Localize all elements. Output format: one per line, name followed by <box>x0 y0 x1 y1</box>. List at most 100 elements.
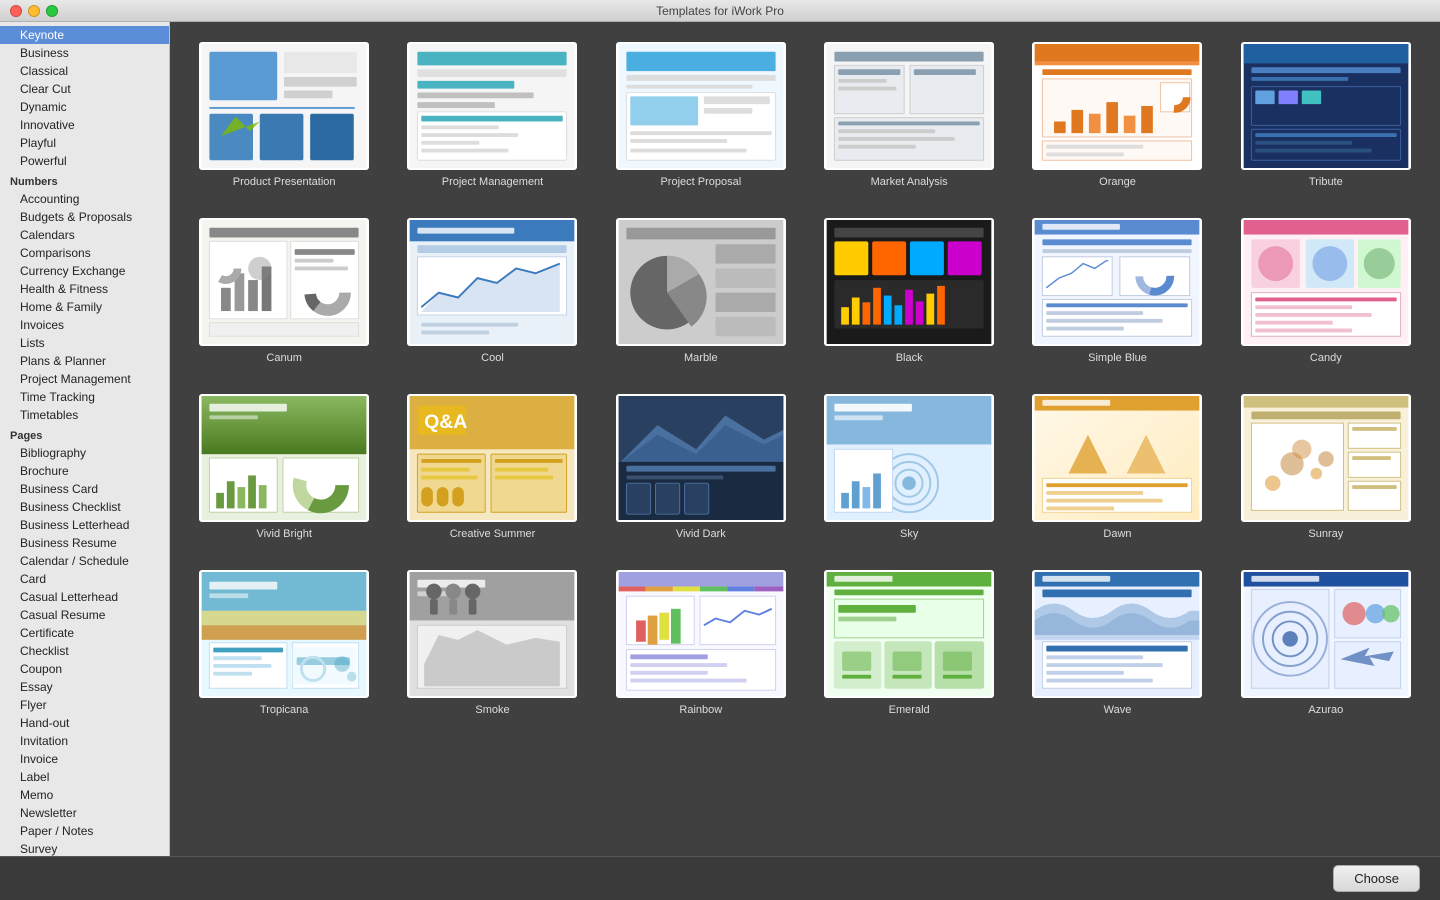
sidebar-item-label[interactable]: Label <box>0 768 169 786</box>
minimize-button[interactable] <box>28 5 40 17</box>
template-thumb-creative-summer[interactable]: Q&A <box>407 394 577 522</box>
sidebar-item-checklist[interactable]: Checklist <box>0 642 169 660</box>
template-thumb-sunray[interactable] <box>1241 394 1411 522</box>
template-project-proposal[interactable]: Project Proposal <box>607 42 795 188</box>
template-thumb-tribute[interactable] <box>1241 42 1411 170</box>
sidebar-item-proj-mgmt[interactable]: Project Management <box>0 370 169 388</box>
sidebar-item-business[interactable]: Business <box>0 44 169 62</box>
sidebar-item-business-card[interactable]: Business Card <box>0 480 169 498</box>
template-thumb-vivid-dark[interactable] <box>616 394 786 522</box>
template-rainbow[interactable]: Rainbow <box>607 570 795 716</box>
sidebar-item-powerful[interactable]: Powerful <box>0 152 169 170</box>
sidebar-item-coupon[interactable]: Coupon <box>0 660 169 678</box>
template-simple-blue[interactable]: Simple Blue <box>1023 218 1211 364</box>
template-canum[interactable]: Canum <box>190 218 378 364</box>
sidebar-item-dynamic[interactable]: Dynamic <box>0 98 169 116</box>
template-thumb-project-proposal[interactable] <box>616 42 786 170</box>
sidebar-item-bibliography[interactable]: Bibliography <box>0 444 169 462</box>
sidebar-item-certificate[interactable]: Certificate <box>0 624 169 642</box>
template-thumb-dawn[interactable] <box>1032 394 1202 522</box>
sidebar-item-casual-letterhead[interactable]: Casual Letterhead <box>0 588 169 606</box>
sidebar-item-clear-cut[interactable]: Clear Cut <box>0 80 169 98</box>
template-thumb-project-management[interactable] <box>407 42 577 170</box>
sidebar-item-currency[interactable]: Currency Exchange <box>0 262 169 280</box>
sidebar-item-newsletter[interactable]: Newsletter <box>0 804 169 822</box>
sidebar-item-keynote[interactable]: Keynote <box>0 26 169 44</box>
template-thumb-marble[interactable] <box>616 218 786 346</box>
sidebar-item-timetables[interactable]: Timetables <box>0 406 169 424</box>
template-thumb-sky[interactable] <box>824 394 994 522</box>
template-thumb-vivid-bright[interactable] <box>199 394 369 522</box>
maximize-button[interactable] <box>46 5 58 17</box>
sidebar-item-innovative[interactable]: Innovative <box>0 116 169 134</box>
sidebar-item-time-tracking[interactable]: Time Tracking <box>0 388 169 406</box>
template-project-management[interactable]: Project Management <box>398 42 586 188</box>
sidebar-item-accounting[interactable]: Accounting <box>0 190 169 208</box>
template-cool[interactable]: Cool <box>398 218 586 364</box>
sidebar-item-classical[interactable]: Classical <box>0 62 169 80</box>
template-tribute[interactable]: Tribute <box>1232 42 1420 188</box>
template-candy[interactable]: Candy <box>1232 218 1420 364</box>
template-thumb-rainbow[interactable] <box>616 570 786 698</box>
template-azurao[interactable]: Azurao <box>1232 570 1420 716</box>
template-sunray[interactable]: Sunray <box>1232 394 1420 540</box>
sidebar-item-budgets[interactable]: Budgets & Proposals <box>0 208 169 226</box>
sidebar-item-business-letterhead[interactable]: Business Letterhead <box>0 516 169 534</box>
sidebar-item-home[interactable]: Home & Family <box>0 298 169 316</box>
template-thumb-wave[interactable] <box>1032 570 1202 698</box>
sidebar-item-paper-notes[interactable]: Paper / Notes <box>0 822 169 840</box>
template-wave[interactable]: Wave <box>1023 570 1211 716</box>
template-thumb-product-presentation[interactable] <box>199 42 369 170</box>
sidebar-item-flyer[interactable]: Flyer <box>0 696 169 714</box>
sidebar-item-calendar[interactable]: Calendar / Schedule <box>0 552 169 570</box>
sidebar-item-business-checklist[interactable]: Business Checklist <box>0 498 169 516</box>
template-marble[interactable]: Marble <box>607 218 795 364</box>
template-thumb-candy[interactable] <box>1241 218 1411 346</box>
template-creative-summer[interactable]: Q&A Creative Sum <box>398 394 586 540</box>
template-thumb-black[interactable] <box>824 218 994 346</box>
template-vivid-dark[interactable]: Vivid Dark <box>607 394 795 540</box>
sidebar-item-brochure[interactable]: Brochure <box>0 462 169 480</box>
template-label-dawn: Dawn <box>1103 528 1131 540</box>
template-thumb-canum[interactable] <box>199 218 369 346</box>
sidebar-item-calendars[interactable]: Calendars <box>0 226 169 244</box>
template-tropicana[interactable]: Tropicana <box>190 570 378 716</box>
template-thumb-cool[interactable] <box>407 218 577 346</box>
sidebar-item-invoices[interactable]: Invoices <box>0 316 169 334</box>
template-thumb-orange[interactable] <box>1032 42 1202 170</box>
template-black[interactable]: Black <box>815 218 1003 364</box>
sidebar-item-memo[interactable]: Memo <box>0 786 169 804</box>
template-market-analysis[interactable]: Market Analysis <box>815 42 1003 188</box>
sidebar-item-invitation[interactable]: Invitation <box>0 732 169 750</box>
template-emerald[interactable]: Emerald <box>815 570 1003 716</box>
window-controls[interactable] <box>10 5 58 17</box>
template-vivid-bright[interactable]: Vivid Bright <box>190 394 378 540</box>
template-product-presentation[interactable]: Product Presentation <box>190 42 378 188</box>
close-button[interactable] <box>10 5 22 17</box>
template-dawn[interactable]: Dawn <box>1023 394 1211 540</box>
template-orange[interactable]: Orange <box>1023 42 1211 188</box>
sidebar-item-handout[interactable]: Hand-out <box>0 714 169 732</box>
template-label-marble: Marble <box>684 352 718 364</box>
sidebar-item-card[interactable]: Card <box>0 570 169 588</box>
template-thumb-simple-blue[interactable] <box>1032 218 1202 346</box>
template-thumb-emerald[interactable] <box>824 570 994 698</box>
sidebar-item-comparisons[interactable]: Comparisons <box>0 244 169 262</box>
sidebar-item-plans[interactable]: Plans & Planner <box>0 352 169 370</box>
sidebar-item-health[interactable]: Health & Fitness <box>0 280 169 298</box>
template-sky[interactable]: Sky <box>815 394 1003 540</box>
sidebar-item-casual-resume[interactable]: Casual Resume <box>0 606 169 624</box>
template-thumb-market-analysis[interactable] <box>824 42 994 170</box>
sidebar-item-lists[interactable]: Lists <box>0 334 169 352</box>
sidebar-item-invoice[interactable]: Invoice <box>0 750 169 768</box>
template-label-creative-summer: Creative Summer <box>450 528 536 540</box>
template-thumb-smoke[interactable] <box>407 570 577 698</box>
template-smoke[interactable]: Smoke <box>398 570 586 716</box>
template-thumb-azurao[interactable] <box>1241 570 1411 698</box>
template-label-emerald: Emerald <box>889 704 930 716</box>
sidebar-item-essay[interactable]: Essay <box>0 678 169 696</box>
sidebar-item-business-resume[interactable]: Business Resume <box>0 534 169 552</box>
template-thumb-tropicana[interactable] <box>199 570 369 698</box>
sidebar-item-playful[interactable]: Playful <box>0 134 169 152</box>
choose-button[interactable]: Choose <box>1333 865 1420 892</box>
